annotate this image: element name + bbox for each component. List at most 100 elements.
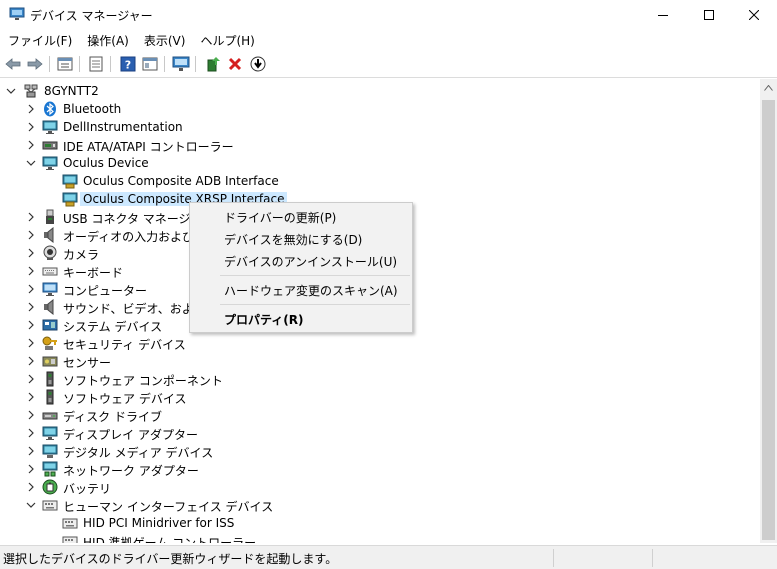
chevron-right-icon[interactable] [25,282,37,296]
chevron-right-icon[interactable] [25,462,37,476]
menu-view[interactable]: 表示(V) [136,30,191,50]
tree-item-label: ソフトウェア コンポーネント [63,374,223,388]
component-icon [42,371,58,387]
tree-item-label: バッテリ [63,482,112,496]
context-menu: ドライバーの更新(P) デバイスを無効にする(D) デバイスのアンインストール(… [189,202,413,333]
chevron-right-icon[interactable] [25,354,37,368]
chevron-right-icon[interactable] [25,444,37,458]
tree-item-label: ディスク ドライブ [63,410,162,424]
tree-item-label: システム デバイス [63,320,163,334]
context-update-driver[interactable]: ドライバーの更新(P) [191,205,411,227]
update-driver-icon[interactable] [203,54,223,74]
tree-item-label: Oculus Composite ADB Interface [83,174,279,188]
properties-list-icon[interactable] [55,54,75,74]
svg-text:?: ? [125,59,131,72]
maximize-button[interactable] [686,0,732,30]
tree-item-label: センサー [63,356,112,370]
help-icon[interactable]: ? [118,54,138,74]
chevron-right-icon[interactable] [25,210,37,224]
device-icon [62,173,78,189]
tree-item-label: コンピューター [63,284,148,298]
tree-category[interactable]: ディスプレイ アダプター [0,424,760,442]
tree-category[interactable]: Oculus Device [0,154,760,172]
scroll-up-arrow-icon[interactable] [760,79,777,96]
toolbar-separator [195,56,196,72]
chevron-right-icon[interactable] [25,336,37,350]
tree-category[interactable]: ソフトウェア コンポーネント [0,370,760,388]
chevron-right-icon[interactable] [25,246,37,260]
keyboard-icon [42,263,58,279]
speaker-icon [42,298,58,316]
tree-child-item[interactable]: HID PCI Minidriver for ISS [0,514,760,532]
chevron-right-icon[interactable] [25,120,37,134]
tree-item-label: Oculus Device [63,156,149,170]
tree-category[interactable]: DellInstrumentation [0,118,760,136]
toolbar-separator [49,56,50,72]
tree-category[interactable]: バッテリ [0,478,760,496]
tree-item-label: IDE ATA/ATAPI コントローラー [63,140,234,154]
menu-action[interactable]: 操作(A) [79,30,134,50]
chevron-right-icon[interactable] [25,102,37,116]
tree-category[interactable]: デジタル メディア デバイス [0,442,760,460]
window-title: デバイス マネージャー [30,9,153,23]
tree-category[interactable]: センサー [0,352,760,370]
monitor-icon [42,119,58,135]
chevron-right-icon[interactable] [25,426,37,440]
tree-category[interactable]: ヒューマン インターフェイス デバイス [0,496,760,514]
hid-icon [42,497,58,513]
vertical-scrollbar[interactable] [760,79,777,543]
download-circle-icon[interactable] [248,54,268,74]
hid-icon [62,515,78,531]
context-properties[interactable]: プロパティ(R) [191,307,411,329]
back-arrow-icon[interactable] [3,54,23,74]
computer-icon [42,281,58,297]
scan-monitor-icon[interactable] [171,54,191,74]
status-divider [553,549,554,567]
chevron-right-icon[interactable] [25,264,37,278]
context-separator [220,304,410,305]
scrollbar-thumb[interactable] [762,100,775,540]
document-icon[interactable] [86,54,106,74]
monitor-icon [42,425,58,441]
context-scan-hardware[interactable]: ハードウェア変更のスキャン(A) [191,278,411,300]
forward-arrow-icon[interactable] [25,54,45,74]
battery-icon [42,479,58,495]
chevron-right-icon[interactable] [25,318,37,332]
chevron-right-icon[interactable] [25,372,37,386]
menu-file[interactable]: ファイル(F) [0,30,77,50]
key-icon [42,335,58,351]
chevron-right-icon[interactable] [25,300,37,314]
tree-category[interactable]: セキュリティ デバイス [0,334,760,352]
chevron-right-icon[interactable] [25,228,37,242]
status-bar: 選択したデバイスのドライバー更新ウィザードを起動します。 [0,545,777,569]
tree-category[interactable]: ソフトウェア デバイス [0,388,760,406]
tree-item-label: HID PCI Minidriver for ISS [83,516,235,530]
tree-root[interactable]: 8GYNTT2 [0,82,760,100]
system-icon [42,317,58,333]
chevron-right-icon[interactable] [25,408,37,422]
tree-child-item[interactable]: Oculus Composite ADB Interface [0,172,760,190]
chevron-down-icon[interactable] [25,156,37,170]
tree-category[interactable]: IDE ATA/ATAPI コントローラー [0,136,760,154]
uninstall-x-icon[interactable] [225,54,245,74]
tree-item-label: ソフトウェア デバイス [63,392,187,406]
context-disable-device[interactable]: デバイスを無効にする(D) [191,227,411,249]
tree-category[interactable]: ディスク ドライブ [0,406,760,424]
toolbar-separator [164,56,165,72]
chevron-right-icon[interactable] [25,390,37,404]
view-pane-icon[interactable] [140,54,160,74]
chevron-right-icon[interactable] [25,480,37,494]
tree-category[interactable]: Bluetooth [0,100,760,118]
chevron-down-icon[interactable] [5,84,17,98]
tree-category[interactable]: ネットワーク アダプター [0,460,760,478]
tree-item-label: Bluetooth [63,102,122,116]
close-button[interactable] [731,0,777,30]
chevron-right-icon[interactable] [25,138,37,152]
status-divider [652,549,653,567]
menu-help[interactable]: ヘルプ(H) [192,30,259,50]
chevron-down-icon[interactable] [25,498,37,512]
tree-child-item[interactable]: HID 準拠ゲーム コントローラー [0,532,760,543]
context-uninstall-device[interactable]: デバイスのアンインストール(U) [191,249,411,271]
toolbar: ? [0,51,777,78]
minimize-button[interactable] [640,0,686,30]
